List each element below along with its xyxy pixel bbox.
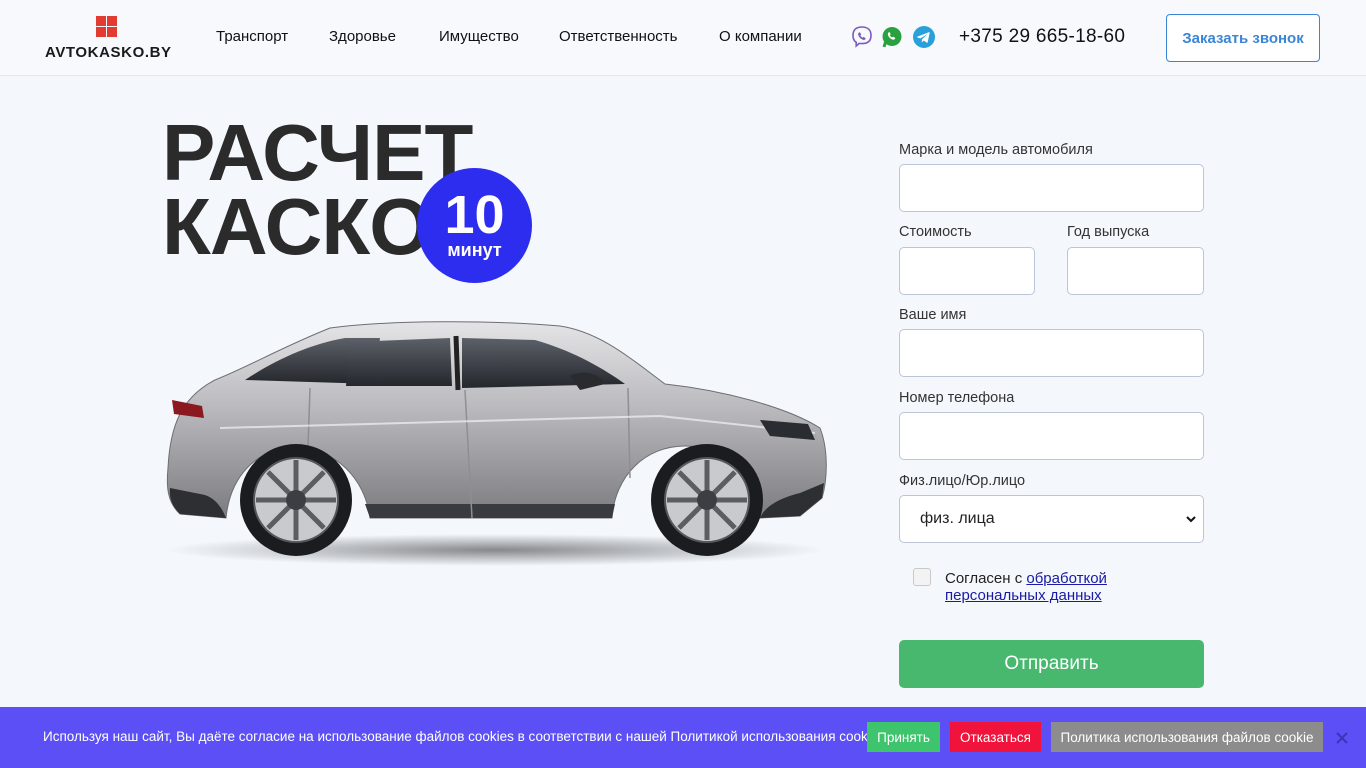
nav-item-property[interactable]: Имущество [439, 28, 519, 45]
nav-item-about[interactable]: О компании [719, 28, 802, 45]
whatsapp-icon[interactable] [880, 25, 904, 49]
telegram-icon[interactable] [912, 25, 936, 49]
nav-item-health[interactable]: Здоровье [329, 28, 396, 45]
nav-item-transport[interactable]: Транспорт [216, 28, 288, 45]
logo[interactable]: AVTOKASKO.BY [45, 16, 175, 62]
phone-label: Номер телефона [899, 390, 1015, 406]
name-input[interactable] [899, 329, 1204, 377]
submit-button[interactable]: Отправить [899, 640, 1204, 688]
cookie-policy-button[interactable]: Политика использования файлов cookie [1051, 722, 1323, 752]
person-type-select[interactable]: физ. лица [899, 495, 1204, 543]
cookie-accept-button[interactable]: Принять [867, 722, 940, 752]
order-call-button[interactable]: Заказать звонок [1166, 14, 1320, 62]
nav-item-liability[interactable]: Ответственность [559, 28, 678, 45]
badge-number: 10 [444, 185, 505, 245]
person-type-value: физ. лица [920, 510, 995, 527]
cookie-bar: Используя наш сайт, Вы даёте согласие на… [0, 707, 1366, 768]
phone-number[interactable]: +375 29 665-18-60 [959, 26, 1125, 48]
name-label: Ваше имя [899, 307, 967, 323]
logo-mark-icon [96, 16, 118, 38]
agree-checkbox[interactable] [913, 568, 931, 586]
cookie-text: Используя наш сайт, Вы даёте согласие на… [43, 729, 889, 744]
cost-label: Стоимость [899, 224, 972, 240]
time-badge: 10 минут [417, 168, 532, 283]
car-model-input[interactable] [899, 164, 1204, 212]
cost-input[interactable] [899, 247, 1035, 295]
cookie-decline-button[interactable]: Отказаться [950, 722, 1041, 752]
chevron-down-icon [1186, 516, 1196, 523]
person-type-label: Физ.лицо/Юр.лицо [899, 473, 1026, 489]
hero-title-line1: РАСЧЕТ [162, 108, 473, 197]
agree-prefix: Согласен с [945, 570, 1027, 587]
viber-icon[interactable] [850, 25, 874, 49]
car-model-label: Марка и модель автомобиля [899, 142, 1093, 158]
close-icon[interactable] [1335, 731, 1349, 745]
badge-unit: минут [447, 240, 502, 260]
car-image [165, 321, 827, 566]
year-label: Год выпуска [1067, 224, 1150, 240]
phone-input[interactable] [899, 412, 1204, 460]
agree-text: Согласен с обработкой персональных данны… [945, 570, 1165, 604]
year-input[interactable] [1067, 247, 1204, 295]
logo-text: AVTOKASKO.BY [45, 44, 172, 61]
site-header: AVTOKASKO.BY Транспорт Здоровье Имуществ… [0, 0, 1366, 76]
